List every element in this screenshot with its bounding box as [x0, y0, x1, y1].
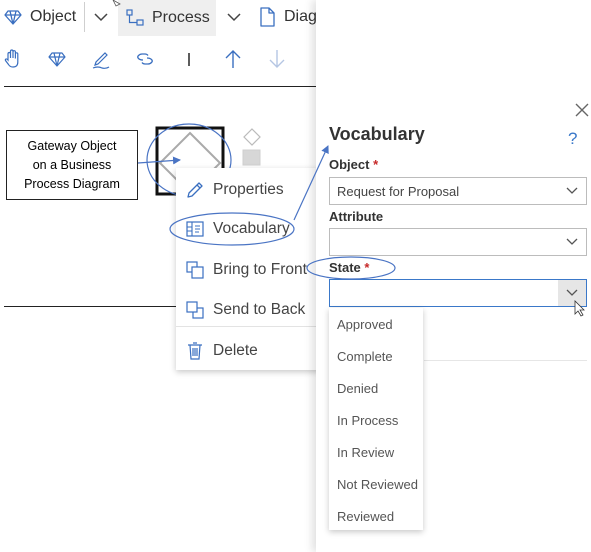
- annotation-callout: Gateway Object on a Business Process Dia…: [6, 130, 138, 200]
- diamond-gem-icon: [4, 10, 22, 25]
- callout-line-2: on a Business: [32, 158, 112, 172]
- state-option[interactable]: In Process: [329, 405, 423, 435]
- pencil-icon: [187, 182, 203, 198]
- context-menu: Properties Vocabulary Bring to Front Sen…: [176, 168, 326, 370]
- menu-item-label: Bring to Front: [213, 261, 307, 278]
- arrow-down-icon[interactable]: [266, 48, 288, 70]
- help-icon[interactable]: ?: [568, 129, 577, 149]
- required-marker: *: [364, 260, 370, 275]
- chevron-down-icon: [558, 229, 586, 255]
- pen-icon[interactable]: [90, 48, 112, 70]
- tab-diagram-label: Diag: [284, 8, 317, 25]
- required-marker: *: [373, 157, 379, 172]
- arrow-up-icon[interactable]: [222, 48, 244, 70]
- bring-front-icon: [186, 261, 204, 279]
- callout-line-3: Process Diagram: [24, 177, 120, 191]
- panel-title: Vocabulary: [329, 124, 425, 144]
- state-label-text: State: [329, 260, 361, 275]
- menu-item-label: Vocabulary: [213, 220, 290, 237]
- object-label-text: Object: [329, 157, 370, 172]
- state-option[interactable]: Reviewed: [329, 501, 423, 531]
- panel-divider: [424, 360, 587, 361]
- callout-line-1: Gateway Object: [27, 139, 117, 153]
- vocabulary-icon: [186, 221, 204, 237]
- process-flow-icon: [126, 9, 144, 26]
- tab-process-label: Process: [152, 9, 210, 26]
- menu-item-label: Properties: [213, 181, 284, 198]
- screen: Object Process Diag Gateway Object on a …: [0, 0, 591, 552]
- document-icon: [260, 7, 275, 27]
- hand-icon[interactable]: [2, 48, 24, 70]
- send-back-icon: [186, 301, 204, 319]
- attribute-select[interactable]: [329, 228, 587, 256]
- object-select-value: Request for Proposal: [337, 183, 460, 199]
- toolbar-separator: [84, 2, 85, 32]
- link-icon[interactable]: [134, 48, 156, 70]
- shape-palette-diamond[interactable]: [243, 128, 261, 146]
- close-icon[interactable]: [574, 102, 590, 118]
- tab-process[interactable]: Process: [118, 0, 216, 36]
- trash-icon: [188, 342, 202, 360]
- state-option[interactable]: Denied: [329, 373, 423, 403]
- vocabulary-panel: Vocabulary ? Object * Request for Propos…: [316, 0, 591, 552]
- tab-object-label: Object: [30, 8, 77, 25]
- shape-palette-square[interactable]: [242, 149, 261, 166]
- chevron-down-icon: [558, 178, 586, 204]
- menu-divider: [176, 326, 326, 327]
- menu-item-send-to-back[interactable]: Send to Back: [176, 292, 326, 328]
- annotation-arrow-callout: [137, 156, 181, 165]
- menu-item-delete[interactable]: Delete: [176, 333, 326, 369]
- pool-lane-border-bottom: [4, 306, 178, 307]
- state-option[interactable]: In Review: [329, 437, 423, 467]
- bar-icon[interactable]: [178, 48, 200, 70]
- chevron-down-icon: [558, 280, 586, 306]
- chevron-down-icon[interactable]: [90, 6, 112, 28]
- menu-item-vocabulary[interactable]: Vocabulary: [176, 211, 326, 247]
- state-option[interactable]: Approved: [329, 309, 423, 339]
- menu-item-bring-to-front[interactable]: Bring to Front: [176, 252, 326, 288]
- state-option[interactable]: Complete: [329, 341, 423, 371]
- menu-item-properties[interactable]: Properties: [176, 172, 326, 208]
- state-label: State *: [329, 260, 369, 275]
- menu-item-label: Send to Back: [213, 301, 306, 318]
- object-select[interactable]: Request for Proposal: [329, 177, 587, 205]
- state-select[interactable]: [329, 279, 587, 307]
- object-label: Object *: [329, 157, 378, 172]
- diamond-icon[interactable]: [46, 48, 68, 70]
- tab-object[interactable]: Object: [4, 0, 76, 34]
- chevron-down-icon[interactable]: [223, 6, 245, 28]
- state-dropdown-list: Approved Complete Denied In Process In R…: [329, 308, 423, 530]
- tab-diagram[interactable]: Diag: [258, 0, 317, 34]
- pool-lane-border-top: [4, 86, 316, 87]
- menu-item-label: Delete: [213, 342, 258, 359]
- attribute-label: Attribute: [329, 209, 384, 224]
- state-option[interactable]: Not Reviewed: [329, 469, 423, 499]
